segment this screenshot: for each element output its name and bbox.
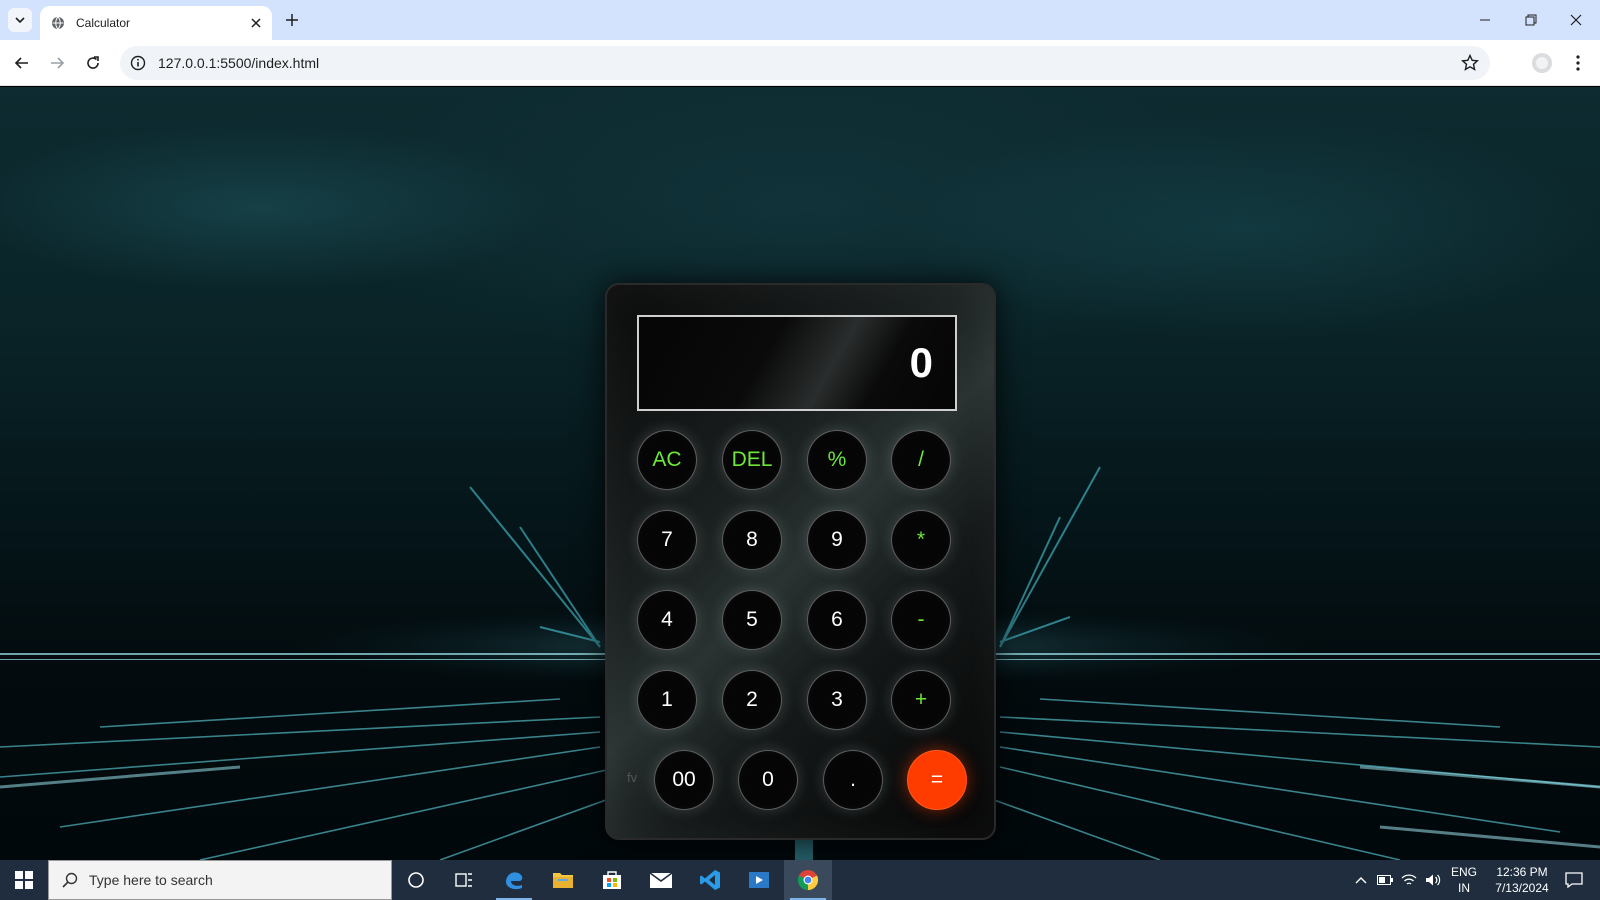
multiply-button[interactable]: * (891, 510, 951, 570)
back-arrow-icon[interactable] (10, 51, 34, 75)
clock-time: 12:36 PM (1496, 865, 1548, 879)
chevron-up-icon[interactable] (1350, 860, 1372, 900)
clock[interactable]: 12:36 PM 7/13/2024 (1486, 860, 1558, 900)
site-info-icon[interactable] (126, 51, 150, 75)
new-tab-plus-icon[interactable] (282, 10, 302, 30)
divide-button[interactable]: / (891, 430, 951, 490)
battery-icon[interactable] (1374, 860, 1396, 900)
digit-2-button[interactable]: 2 (722, 670, 782, 730)
globe-icon (50, 15, 66, 31)
windows-start-icon[interactable] (0, 860, 48, 900)
bookmark-star-icon[interactable] (1460, 53, 1480, 73)
digit-9-button[interactable]: 9 (807, 510, 867, 570)
wifi-icon[interactable] (1398, 860, 1420, 900)
digit-0-button[interactable]: 0 (738, 750, 798, 810)
clock-date: 7/13/2024 (1495, 881, 1549, 895)
calculator: 0 fv AC DEL % / 7 8 9 * 4 5 6 - 1 2 3 + … (605, 283, 996, 840)
url-text[interactable]: 127.0.0.1:5500/index.html (158, 55, 319, 71)
region-text: IN (1458, 881, 1470, 895)
reload-icon[interactable] (81, 51, 105, 75)
media-icon[interactable] (735, 860, 783, 900)
digit-1-button[interactable]: 1 (637, 670, 697, 730)
close-tab-icon[interactable] (248, 15, 264, 31)
taskbar: Type here to search ENG IN 12:36 PM 7/13… (0, 860, 1600, 900)
double-zero-button[interactable]: 00 (654, 750, 714, 810)
address-bar[interactable]: 127.0.0.1:5500/index.html (120, 46, 1490, 80)
restore-icon[interactable] (1518, 8, 1544, 32)
page-viewport: 0 fv AC DEL % / 7 8 9 * 4 5 6 - 1 2 3 + … (0, 87, 1600, 860)
mail-icon[interactable] (637, 860, 685, 900)
input-language-indicator[interactable]: ENG IN (1448, 860, 1480, 900)
minimize-icon[interactable] (1472, 8, 1498, 32)
profile-avatar-icon[interactable] (1531, 52, 1553, 74)
browser-menu-icon[interactable] (1568, 52, 1588, 74)
delete-button[interactable]: DEL (722, 430, 782, 490)
forward-arrow-icon[interactable] (45, 51, 69, 75)
digit-5-button[interactable]: 5 (722, 590, 782, 650)
corner-text: fv (627, 770, 638, 785)
digit-6-button[interactable]: 6 (807, 590, 867, 650)
task-view-icon[interactable] (440, 860, 488, 900)
browser-tab[interactable]: Calculator (40, 6, 272, 40)
close-window-icon[interactable] (1563, 8, 1589, 32)
subtract-button[interactable]: - (891, 590, 951, 650)
search-placeholder: Type here to search (89, 872, 213, 888)
store-icon[interactable] (588, 860, 636, 900)
tab-search-chevron-icon[interactable] (8, 8, 32, 32)
edge-icon[interactable] (490, 860, 538, 900)
digit-3-button[interactable]: 3 (807, 670, 867, 730)
digit-8-button[interactable]: 8 (722, 510, 782, 570)
browser-tab-bar: Calculator (0, 0, 1600, 40)
browser-toolbar: 127.0.0.1:5500/index.html (0, 40, 1600, 86)
search-icon (61, 871, 79, 889)
display-value: 0 (909, 339, 933, 386)
all-clear-button[interactable]: AC (637, 430, 697, 490)
digit-4-button[interactable]: 4 (637, 590, 697, 650)
taskbar-search-box[interactable]: Type here to search (48, 860, 392, 900)
calculator-display: 0 (637, 315, 957, 411)
percent-button[interactable]: % (807, 430, 867, 490)
tab-title: Calculator (76, 16, 131, 30)
add-button[interactable]: + (891, 670, 951, 730)
digit-7-button[interactable]: 7 (637, 510, 697, 570)
cortana-icon[interactable] (392, 860, 440, 900)
volume-icon[interactable] (1422, 860, 1444, 900)
decimal-button[interactable]: . (823, 750, 883, 810)
chrome-icon[interactable] (784, 860, 832, 900)
equals-button[interactable]: = (907, 750, 967, 810)
notification-icon[interactable] (1558, 860, 1590, 900)
vscode-icon[interactable] (686, 860, 734, 900)
file-explorer-icon[interactable] (539, 860, 587, 900)
language-text: ENG (1450, 865, 1477, 879)
